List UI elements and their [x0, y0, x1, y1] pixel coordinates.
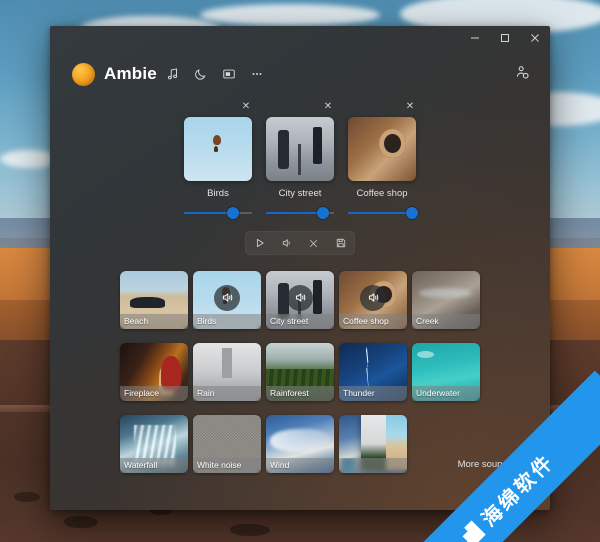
app-title: Ambie	[104, 64, 157, 83]
sound-card-label: Wind	[266, 458, 334, 473]
sound-card[interactable]: Creek	[412, 271, 480, 329]
sound-card-label: Thunder	[339, 386, 407, 401]
sound-card-label: White noise	[193, 458, 261, 473]
moon-icon[interactable]	[189, 62, 213, 86]
volume-slider[interactable]	[348, 207, 418, 219]
speaker-icon	[214, 284, 240, 311]
music-note-icon[interactable]	[161, 62, 185, 86]
remove-sound-button[interactable]: ✕	[321, 100, 335, 114]
sound-card[interactable]: Waterfall	[120, 415, 188, 473]
sound-grid: Beach Birds City street Coffee shop Creek Fir…	[50, 271, 550, 473]
now-playing-card: ✕ Birds	[183, 100, 253, 219]
sound-card[interactable]: Underwater	[412, 343, 480, 401]
sound-card[interactable]	[339, 415, 407, 473]
more-sounds-label: More sounds	[457, 459, 513, 470]
sound-card-label: Rainforest	[266, 386, 334, 401]
now-playing-thumbnail	[184, 117, 252, 181]
slider-fill	[184, 212, 233, 214]
sound-card[interactable]: Beach	[120, 271, 188, 329]
maximize-button[interactable]	[490, 26, 520, 50]
sound-card-label: City street	[266, 314, 334, 329]
now-playing-thumbnail	[266, 117, 334, 181]
arrow-right-icon: →	[518, 459, 529, 470]
account-settings-icon[interactable]	[510, 60, 534, 84]
volume-slider[interactable]	[266, 207, 334, 219]
rock	[230, 524, 270, 536]
now-playing-card: ✕ City street	[265, 100, 335, 219]
slider-fill	[266, 212, 324, 214]
speaker-icon	[287, 284, 313, 311]
volume-slider[interactable]	[184, 207, 252, 219]
transport-bar	[245, 231, 355, 255]
title-bar	[50, 26, 550, 50]
more-icon[interactable]	[245, 62, 269, 86]
sound-card-label: Fireplace	[120, 386, 188, 401]
sound-card-label: Birds	[193, 314, 261, 329]
now-playing-label: Birds	[207, 188, 229, 199]
now-playing-thumbnail	[348, 117, 416, 181]
sound-card[interactable]: Wind	[266, 415, 334, 473]
now-playing-list: ✕ Birds ✕ City street ✕ Coffee shop	[50, 100, 550, 219]
save-button[interactable]	[330, 233, 352, 253]
play-button[interactable]	[249, 233, 271, 253]
slider-handle[interactable]	[226, 207, 239, 219]
sound-card[interactable]: Birds	[193, 271, 261, 329]
slider-handle[interactable]	[317, 207, 330, 219]
sound-card[interactable]: City street	[266, 271, 334, 329]
sound-card[interactable]: White noise	[193, 415, 261, 473]
sound-card-label: Beach	[120, 314, 188, 329]
sound-card[interactable]: Fireplace	[120, 343, 188, 401]
thumbnail-art	[184, 117, 252, 181]
cloud	[200, 4, 380, 26]
rock	[14, 492, 40, 502]
sound-card-label	[339, 458, 407, 473]
sound-card-label: Waterfall	[120, 458, 188, 473]
ambie-app-window: Ambie ✕ Birds ✕ City street ✕ Coffee sho…	[50, 26, 550, 510]
close-button[interactable]	[520, 26, 550, 50]
app-header: Ambie	[50, 50, 550, 92]
remove-sound-button[interactable]: ✕	[239, 100, 253, 114]
slider-handle[interactable]	[405, 207, 418, 219]
slider-fill	[348, 212, 412, 214]
clear-button[interactable]	[303, 233, 325, 253]
desktop-background: Ambie ✕ Birds ✕ City street ✕ Coffee sho…	[0, 0, 600, 542]
minimize-button[interactable]	[460, 26, 490, 50]
ambie-logo-icon	[72, 62, 95, 86]
remove-sound-button[interactable]: ✕	[403, 100, 417, 114]
rock	[64, 516, 98, 528]
now-playing-label: Coffee shop	[356, 188, 408, 199]
speaker-icon	[360, 284, 386, 311]
now-playing-card: ✕ Coffee shop	[347, 100, 418, 219]
volume-button[interactable]	[276, 233, 298, 253]
screensaver-icon[interactable]	[217, 62, 241, 86]
sound-card-label: Rain	[193, 386, 261, 401]
sound-card[interactable]: Thunder	[339, 343, 407, 401]
sound-card-label: Creek	[412, 314, 480, 329]
sound-card[interactable]: Rainforest	[266, 343, 334, 401]
more-sounds-link[interactable]: More sounds →	[458, 459, 528, 470]
thumbnail-art	[266, 117, 334, 181]
sound-card-label: Underwater	[412, 386, 480, 401]
sound-card[interactable]: Rain	[193, 343, 261, 401]
sound-card[interactable]: Coffee shop	[339, 271, 407, 329]
now-playing-label: City street	[278, 188, 322, 199]
thumbnail-art	[348, 117, 416, 181]
sound-card-label: Coffee shop	[339, 314, 407, 329]
